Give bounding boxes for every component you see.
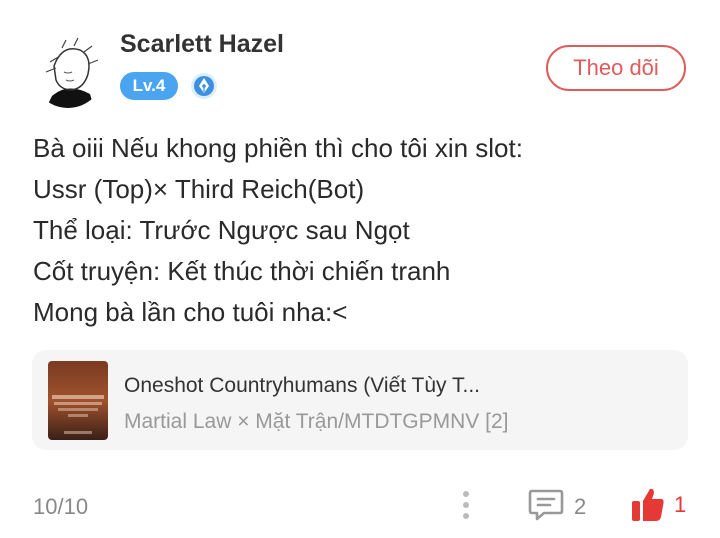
comment-line: Mong bà lần cho tuôi nha:<	[33, 297, 348, 327]
more-vertical-icon	[463, 491, 469, 519]
pen-nib-icon	[190, 72, 218, 100]
comment-icon	[528, 489, 564, 521]
story-subtitle: Martial Law × Mặt Trận/MTDTGPMNV [2]	[124, 410, 509, 433]
comment-line: Ussr (Top)× Third Reich(Bot)	[33, 174, 365, 204]
more-options-button[interactable]	[456, 488, 476, 522]
thumbs-up-icon	[632, 488, 664, 521]
reply-count: 2	[574, 494, 587, 519]
follow-button[interactable]: Theo dõi	[546, 45, 686, 91]
level-badge: Lv.4	[120, 72, 178, 100]
like-count: 1	[674, 492, 687, 517]
comment-body: Bà oiii Nếu khong phiền thì cho tôi xin …	[33, 128, 693, 333]
username[interactable]: Scarlett Hazel	[120, 30, 284, 59]
story-title: Oneshot Countryhumans (Viết Tùy T...	[124, 374, 481, 397]
comment-line: Cốt truyện: Kết thúc thời chiến tranh	[33, 256, 451, 286]
reply-button[interactable]: 2	[528, 488, 598, 522]
comment-page-count: 10/10	[33, 494, 89, 519]
story-cover	[48, 361, 108, 440]
comment-line: Thể loại: Trước Ngược sau Ngọt	[33, 215, 410, 245]
avatar[interactable]	[32, 36, 104, 108]
comment-line: Bà oiii Nếu khong phiền thì cho tôi xin …	[33, 133, 523, 163]
like-button[interactable]: 1	[630, 486, 694, 524]
story-card[interactable]: Oneshot Countryhumans (Viết Tùy T... Mar…	[32, 350, 688, 450]
